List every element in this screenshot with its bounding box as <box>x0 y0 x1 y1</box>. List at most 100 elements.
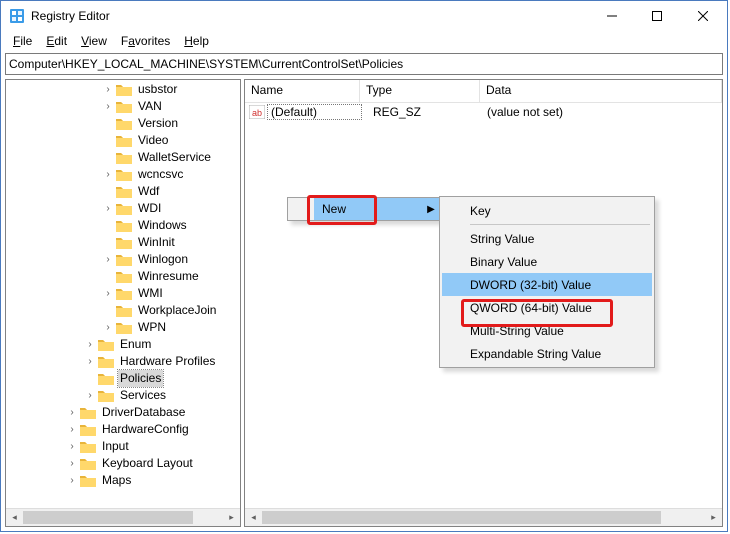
tree-node-services[interactable]: › Services <box>8 387 240 404</box>
string-value-icon: ab <box>249 105 265 119</box>
scroll-right-icon[interactable]: ▸ <box>223 509 240 526</box>
ctx-new-string[interactable]: String Value <box>442 227 652 250</box>
chevron-right-icon: › <box>67 421 77 438</box>
titlebar: Registry Editor <box>1 1 727 31</box>
folder-icon <box>98 372 114 385</box>
ctx-separator <box>470 224 650 225</box>
tree-node-wdi[interactable]: › WDI <box>8 200 240 217</box>
folder-icon <box>80 406 96 419</box>
folder-icon <box>116 219 132 232</box>
folder-icon <box>116 168 132 181</box>
svg-text:ab: ab <box>252 108 262 118</box>
minimize-button[interactable] <box>589 1 634 31</box>
tree-node-windows[interactable]: Windows <box>8 217 240 234</box>
menu-help[interactable]: Help <box>178 33 215 49</box>
tree-node-wininit[interactable]: WinInit <box>8 234 240 251</box>
tree-node-van[interactable]: › VAN <box>8 98 240 115</box>
menu-favorites[interactable]: Favorites <box>115 33 176 49</box>
values-panel: Name Type Data ab (Default) REG_SZ (valu… <box>244 79 723 527</box>
tree-node-version[interactable]: Version <box>8 115 240 132</box>
chevron-right-icon: › <box>67 438 77 455</box>
ctx-new-key[interactable]: Key <box>442 199 652 222</box>
folder-icon <box>116 134 132 147</box>
tree-node-maps[interactable]: › Maps <box>8 472 240 489</box>
registry-editor-window: Registry Editor File Edit View Favorites… <box>0 0 728 532</box>
tree-node-policies[interactable]: Policies <box>8 370 240 387</box>
tree-node-driverdatabase[interactable]: › DriverDatabase <box>8 404 240 421</box>
minimize-icon <box>607 11 617 21</box>
chevron-right-icon: › <box>67 472 77 489</box>
app-icon <box>9 8 25 24</box>
folder-icon <box>80 474 96 487</box>
menu-view[interactable]: View <box>75 33 113 49</box>
chevron-right-icon: › <box>85 336 95 353</box>
folder-icon <box>80 440 96 453</box>
window-title: Registry Editor <box>31 9 110 23</box>
tree-node-video[interactable]: Video <box>8 132 240 149</box>
col-name[interactable]: Name <box>245 80 360 102</box>
tree-node-walletservice[interactable]: WalletService <box>8 149 240 166</box>
tree[interactable]: › usbstor › VAN Version Video <box>6 80 240 508</box>
tree-horizontal-scrollbar[interactable]: ◂ ▸ <box>6 508 240 526</box>
tree-node-wdf[interactable]: Wdf <box>8 183 240 200</box>
chevron-right-icon: › <box>103 319 113 336</box>
tree-node-winlogon[interactable]: › Winlogon <box>8 251 240 268</box>
values-horizontal-scrollbar[interactable]: ◂ ▸ <box>245 508 722 526</box>
context-menu: New ▶ <box>287 197 441 221</box>
folder-icon <box>116 83 132 96</box>
col-type[interactable]: Type <box>360 80 480 102</box>
tree-node-wpn[interactable]: › WPN <box>8 319 240 336</box>
tree-node-hardwareconfig[interactable]: › HardwareConfig <box>8 421 240 438</box>
folder-icon <box>116 304 132 317</box>
submenu-arrow-icon: ▶ <box>422 198 440 220</box>
address-text: Computer\HKEY_LOCAL_MACHINE\SYSTEM\Curre… <box>9 57 403 71</box>
chevron-right-icon: › <box>103 251 113 268</box>
folder-icon <box>98 389 114 402</box>
tree-node-keyboardlayout[interactable]: › Keyboard Layout <box>8 455 240 472</box>
menu-edit[interactable]: Edit <box>40 33 73 49</box>
folder-icon <box>116 202 132 215</box>
chevron-right-icon: › <box>67 404 77 421</box>
tree-node-wcncsvc[interactable]: › wcncsvc <box>8 166 240 183</box>
scroll-right-icon[interactable]: ▸ <box>705 509 722 526</box>
close-button[interactable] <box>679 1 727 31</box>
col-data[interactable]: Data <box>480 80 722 102</box>
tree-node-wmi[interactable]: › WMI <box>8 285 240 302</box>
value-type: REG_SZ <box>361 105 481 119</box>
folder-icon <box>116 270 132 283</box>
value-row-default[interactable]: ab (Default) REG_SZ (value not set) <box>245 103 722 121</box>
tree-panel: › usbstor › VAN Version Video <box>5 79 241 527</box>
folder-icon <box>98 355 114 368</box>
scroll-left-icon[interactable]: ◂ <box>6 509 23 526</box>
chevron-right-icon: › <box>85 387 95 404</box>
folder-icon <box>116 100 132 113</box>
folder-icon <box>80 423 96 436</box>
scroll-left-icon[interactable]: ◂ <box>245 509 262 526</box>
values-body[interactable]: ab (Default) REG_SZ (value not set) New … <box>245 103 722 508</box>
tree-node-hardwareprofiles[interactable]: › Hardware Profiles <box>8 353 240 370</box>
folder-icon <box>116 236 132 249</box>
ctx-new-binary[interactable]: Binary Value <box>442 250 652 273</box>
chevron-right-icon: › <box>103 200 113 217</box>
main-panes: › usbstor › VAN Version Video <box>1 77 727 531</box>
ctx-new-expand[interactable]: Expandable String Value <box>442 342 652 365</box>
value-data: (value not set) <box>481 105 722 119</box>
folder-icon <box>80 457 96 470</box>
maximize-button[interactable] <box>634 1 679 31</box>
folder-icon <box>116 287 132 300</box>
ctx-new-multi[interactable]: Multi-String Value <box>442 319 652 342</box>
tree-node-input[interactable]: › Input <box>8 438 240 455</box>
ctx-new-qword[interactable]: QWORD (64-bit) Value <box>442 296 652 319</box>
ctx-item-new[interactable]: New ▶ <box>288 198 440 220</box>
chevron-right-icon: › <box>67 455 77 472</box>
address-bar[interactable]: Computer\HKEY_LOCAL_MACHINE\SYSTEM\Curre… <box>5 53 723 75</box>
close-icon <box>698 11 708 21</box>
context-submenu-new: Key String Value Binary Value DWORD (32-… <box>439 196 655 368</box>
tree-node-enum[interactable]: › Enum <box>8 336 240 353</box>
value-name: (Default) <box>268 105 361 119</box>
tree-node-usbstor[interactable]: › usbstor <box>8 81 240 98</box>
menu-file[interactable]: File <box>7 33 38 49</box>
ctx-new-dword[interactable]: DWORD (32-bit) Value <box>442 273 652 296</box>
tree-node-winresume[interactable]: Winresume <box>8 268 240 285</box>
tree-node-workplacejoin[interactable]: WorkplaceJoin <box>8 302 240 319</box>
